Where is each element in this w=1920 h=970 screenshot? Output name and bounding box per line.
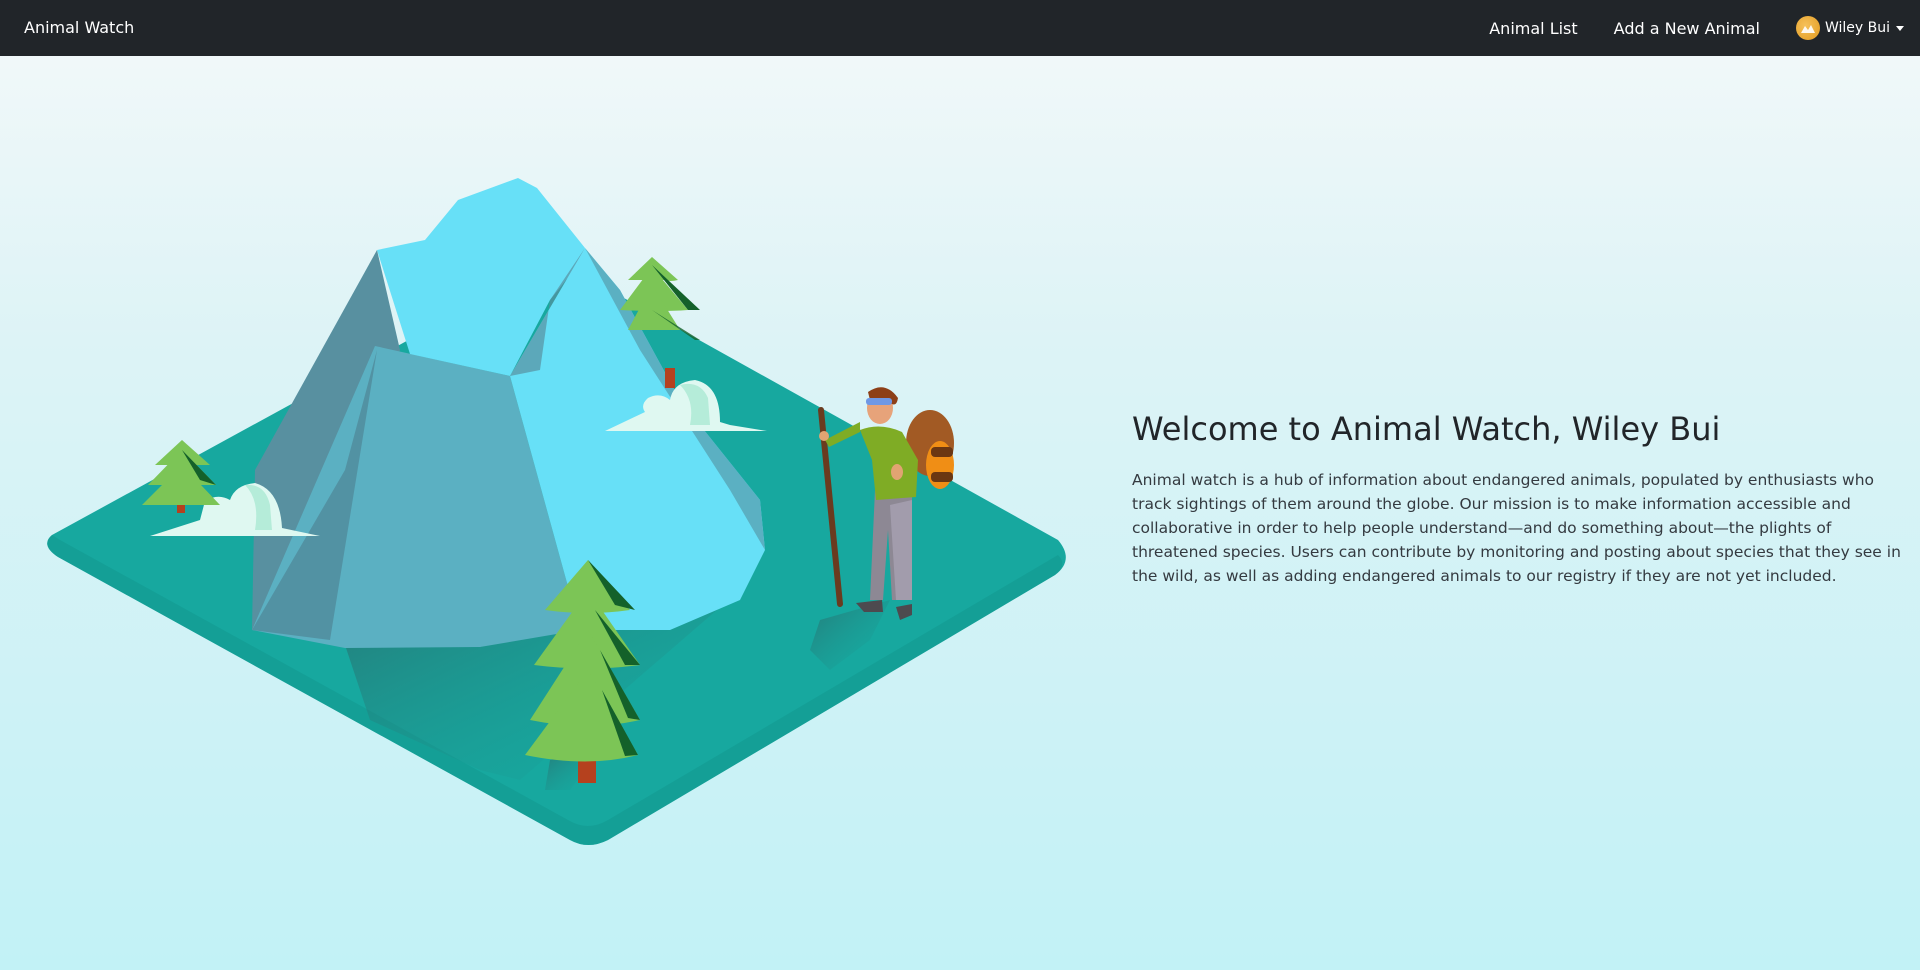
chevron-down-icon [1896, 25, 1904, 31]
hero-section: Welcome to Animal Watch, Wiley Bui Anima… [1132, 410, 1902, 588]
nav-link-animal-list[interactable]: Animal List [1489, 19, 1577, 38]
brand-link[interactable]: Animal Watch [24, 0, 134, 56]
nav-right-group: Animal List Add a New Animal Wiley Bui [1489, 0, 1904, 56]
top-navbar: Animal Watch Animal List Add a New Anima… [0, 0, 1920, 56]
user-avatar-icon [1795, 16, 1820, 40]
nav-link-add-animal[interactable]: Add a New Animal [1614, 19, 1760, 38]
hero-illustration [47, 178, 1066, 845]
user-name: Wiley Bui [1824, 20, 1890, 36]
hero-title: Welcome to Animal Watch, Wiley Bui [1132, 410, 1721, 448]
user-dropdown[interactable]: Wiley Bui [1795, 16, 1904, 40]
hero-description: Animal watch is a hub of information abo… [1132, 471, 1901, 586]
